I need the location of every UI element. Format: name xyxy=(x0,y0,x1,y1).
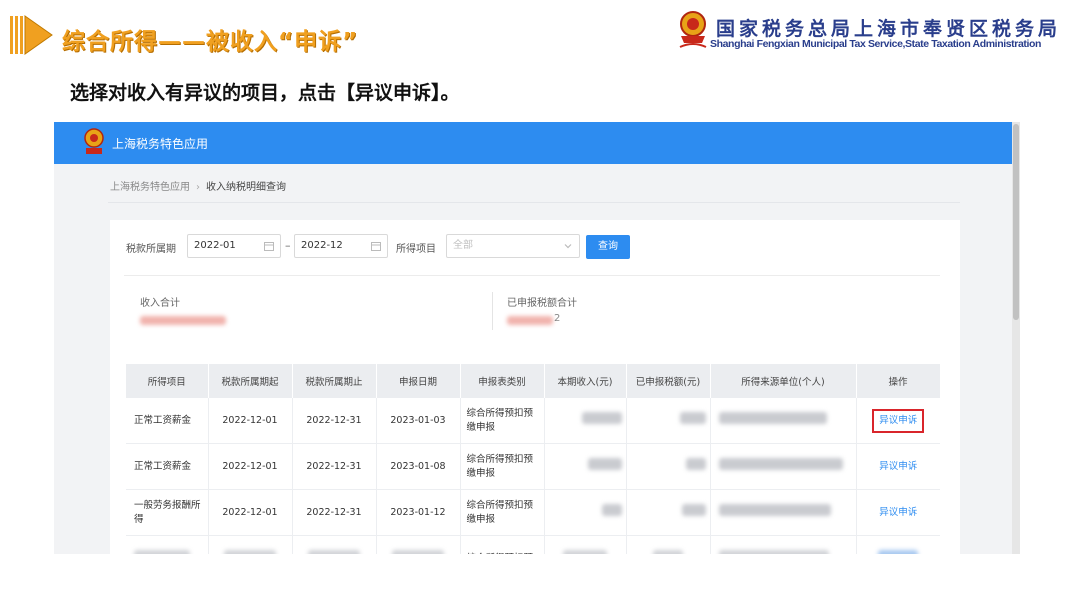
period-start-value: 2022-01 xyxy=(194,240,236,251)
cell-period-end: 2022-12-31 xyxy=(292,443,377,490)
query-button[interactable]: 查询 xyxy=(586,235,630,259)
vertical-scrollbar[interactable] xyxy=(1012,122,1020,554)
breadcrumb-home[interactable]: 上海税务特色应用 xyxy=(110,182,190,193)
tax-total-value-redacted xyxy=(507,316,553,325)
col-declare-date: 申报日期 xyxy=(376,364,461,398)
tax-total-label: 已申报税额合计 xyxy=(507,298,577,309)
cell-form-category: 综合所得预扣预缴申报 xyxy=(460,489,545,536)
table-row: 正常工资薪金 2022-12-01 2022-12-31 2023-01-08 … xyxy=(126,443,940,490)
slide-header: 综合所得——被收入“申诉” 国家税务总局上海市奉贤区税务局 Shanghai F… xyxy=(0,0,1080,70)
scrollbar-thumb[interactable] xyxy=(1013,124,1019,320)
cell-action: 异议申诉 xyxy=(856,443,940,490)
query-panel: 税款所属期 2022-01 – 2022-12 所得项目 全部 查询 收入合计 … xyxy=(110,220,960,554)
breadcrumb-current: 收入纳税明细查询 xyxy=(206,182,286,193)
cell-tax-redacted xyxy=(626,489,711,536)
tax-total-suffix: 2 xyxy=(554,313,561,324)
table-row: 正常工资薪金 2022-12-01 2022-12-31 2023-01-03 … xyxy=(126,398,940,444)
col-period-end: 税款所属期止 xyxy=(292,364,377,398)
calendar-icon xyxy=(264,242,274,251)
cell-period-start xyxy=(208,535,293,554)
cell-tax-redacted xyxy=(626,398,711,444)
dispute-appeal-link[interactable]: 异议申诉 xyxy=(879,507,917,518)
breadcrumb: 上海税务特色应用 › 收入纳税明细查询 xyxy=(110,178,286,193)
col-actions: 操作 xyxy=(856,364,941,398)
breadcrumb-divider xyxy=(108,202,960,203)
cell-source-redacted xyxy=(710,489,857,536)
filter-divider xyxy=(124,275,940,276)
cell-income-redacted xyxy=(544,535,627,554)
cell-income-item: 正常工资薪金 xyxy=(126,443,209,490)
cell-period-end xyxy=(292,535,377,554)
cell-action: 异议申诉 xyxy=(856,489,940,536)
dispute-appeal-link[interactable]: 异议申诉 xyxy=(879,415,917,426)
cell-declare-date xyxy=(376,535,461,554)
cell-declare-date: 2023-01-08 xyxy=(376,443,461,490)
period-start-picker[interactable]: 2022-01 xyxy=(187,234,281,258)
table-row: 综合所得预扣预 xyxy=(126,535,940,554)
col-tax: 已申报税额(元) xyxy=(626,364,711,398)
app-title: 上海税务特色应用 xyxy=(112,137,209,151)
org-name-cn: 国家税务总局上海市奉贤区税务局 xyxy=(716,18,1062,40)
cell-period-start: 2022-12-01 xyxy=(208,443,293,490)
income-item-select[interactable]: 全部 xyxy=(446,234,580,258)
cell-action xyxy=(856,535,940,554)
summary-divider xyxy=(492,292,493,330)
cell-period-end: 2022-12-31 xyxy=(292,489,377,536)
col-income: 本期收入(元) xyxy=(544,364,627,398)
table-header-row: 所得项目 税款所属期起 税款所属期止 申报日期 申报表类别 本期收入(元) 已申… xyxy=(126,364,941,398)
cell-period-start: 2022-12-01 xyxy=(208,398,293,444)
arrow-bullet-icon xyxy=(10,15,53,55)
breadcrumb-separator: › xyxy=(196,182,200,193)
cell-income-redacted xyxy=(544,398,627,444)
income-detail-table: 所得项目 税款所属期起 税款所属期止 申报日期 申报表类别 本期收入(元) 已申… xyxy=(126,364,941,554)
period-end-picker[interactable]: 2022-12 xyxy=(294,234,388,258)
cell-form-category: 综合所得预扣预 xyxy=(460,535,545,554)
chevron-down-icon xyxy=(564,244,572,249)
income-item-placeholder: 全部 xyxy=(453,240,473,251)
cell-income-redacted xyxy=(544,443,627,490)
dispute-appeal-link[interactable]: 异议申诉 xyxy=(879,461,917,472)
cell-income-redacted xyxy=(544,489,627,536)
period-separator: – xyxy=(285,239,291,252)
org-name-en: Shanghai Fengxian Municipal Tax Service,… xyxy=(710,38,1042,50)
col-form-category: 申报表类别 xyxy=(460,364,545,398)
instruction-text: 选择对收入有异议的项目，点击【异议申诉】。 xyxy=(70,82,460,104)
col-period-start: 税款所属期起 xyxy=(208,364,293,398)
cell-source-redacted xyxy=(710,443,857,490)
col-income-item: 所得项目 xyxy=(126,364,209,398)
cell-period-end: 2022-12-31 xyxy=(292,398,377,444)
cell-tax-redacted xyxy=(626,443,711,490)
period-end-value: 2022-12 xyxy=(301,240,343,251)
cell-declare-date: 2023-01-12 xyxy=(376,489,461,536)
cell-source-redacted xyxy=(710,535,857,554)
tax-emblem-icon xyxy=(679,11,707,48)
cell-form-category: 综合所得预扣预缴申报 xyxy=(460,398,545,444)
table-row: 一般劳务报酬所得 2022-12-01 2022-12-31 2023-01-1… xyxy=(126,489,940,536)
cell-tax-redacted xyxy=(626,535,711,554)
slide-title: 综合所得——被收入“申诉” xyxy=(62,29,359,55)
cell-form-category: 综合所得预扣预缴申报 xyxy=(460,443,545,490)
cell-period-start: 2022-12-01 xyxy=(208,489,293,536)
calendar-icon xyxy=(371,242,381,251)
col-source-unit: 所得来源单位(个人) xyxy=(710,364,857,398)
cell-income-item: 一般劳务报酬所得 xyxy=(126,489,209,536)
app-header-bar: 上海税务特色应用 xyxy=(54,122,1012,164)
cell-action: 异议申诉 xyxy=(856,398,940,444)
cell-income-item xyxy=(126,535,209,554)
income-total-value-redacted xyxy=(140,316,226,325)
income-item-label: 所得项目 xyxy=(396,244,436,255)
income-total-label: 收入合计 xyxy=(140,298,180,309)
period-label: 税款所属期 xyxy=(126,244,176,255)
cell-income-item: 正常工资薪金 xyxy=(126,398,209,444)
app-logo-icon xyxy=(84,128,104,154)
cell-declare-date: 2023-01-03 xyxy=(376,398,461,444)
app-screenshot: 上海税务特色应用 上海税务特色应用 › 收入纳税明细查询 税款所属期 2022-01… xyxy=(54,122,1020,554)
highlight-box: 异议申诉 xyxy=(872,408,925,433)
cell-source-redacted xyxy=(710,398,857,444)
